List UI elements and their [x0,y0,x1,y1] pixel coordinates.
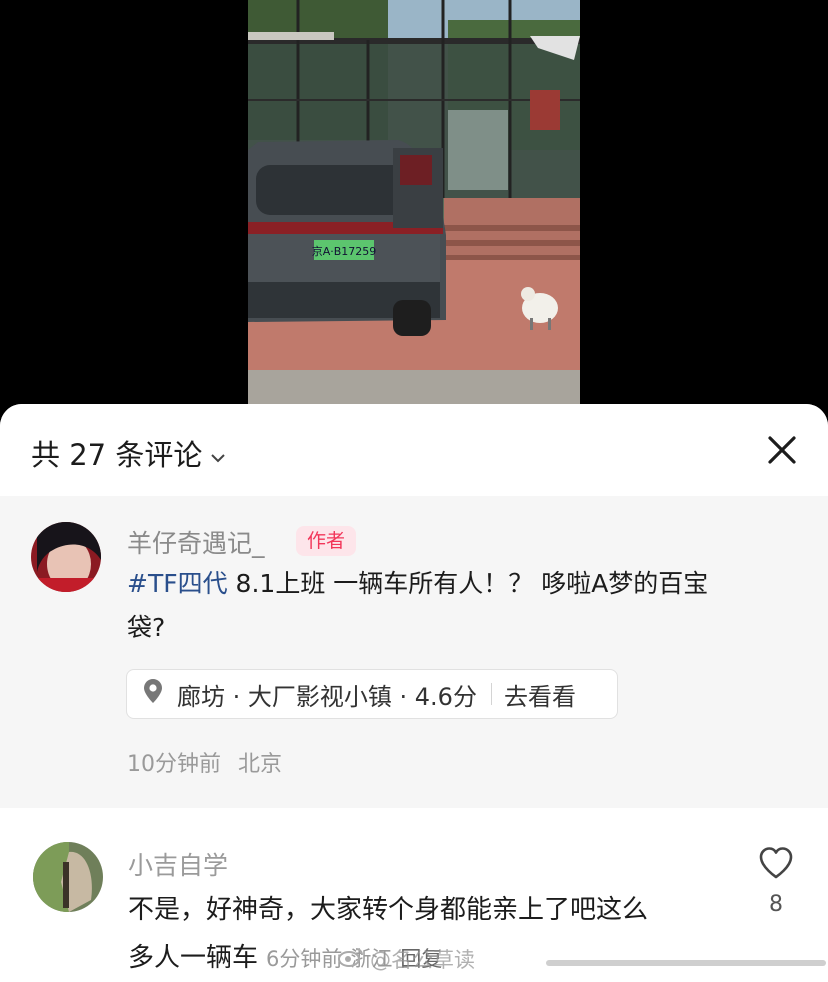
location-chip[interactable]: 廊坊 · 大厂影视小镇 · 4.6分 去看看 [126,669,618,719]
close-icon[interactable] [764,432,800,468]
hashtag-link[interactable]: #TF四代 [127,569,228,598]
author-comment[interactable]: 羊仔奇遇记_ 作者 #TF四代 8.1上班 一辆车所有人！？ 哆啦A梦的百宝 袋… [0,496,828,808]
watermark: @名公草读 [338,944,475,974]
location-divider [490,683,492,705]
comment-sheet-header: 共 27 条评论 [0,404,828,496]
avatar[interactable] [31,522,101,592]
author-comment-line-1-text: 8.1上班 一辆车所有人！？ 哆啦A梦的百宝 [227,569,709,598]
video-scene-image: 京A·B17259 [248,0,580,404]
location-go-button[interactable]: 去看看 [504,677,576,712]
comment-count-toggle[interactable]: 共 27 条评论 [31,432,226,474]
license-plate: 京A·B17259 [312,244,377,258]
author-comment-meta: 10分钟前 北京 [127,746,282,778]
watermark-text: @名公草读 [370,948,475,972]
home-indicator[interactable] [546,960,826,966]
author-badge: 作者 [296,526,357,556]
location-name: 廊坊 · 大厂影视小镇 · 4.6分 [177,682,477,711]
author-comment-time: 10分钟前 [127,752,221,777]
heart-icon[interactable] [758,846,794,880]
author-comment-line-1: #TF四代 8.1上班 一辆车所有人！？ 哆啦A梦的百宝 [127,562,807,606]
author-comment-region: 北京 [238,752,283,777]
weibo-logo-icon [338,947,364,972]
author-username[interactable]: 羊仔奇遇记_ [127,524,265,560]
comment-username[interactable]: 小吉自学 [128,846,228,882]
video-player[interactable]: 京A·B17259 [0,0,828,420]
like-count: 8 [769,892,783,917]
avatar[interactable] [33,842,103,912]
location-pin-icon [143,678,163,710]
chevron-down-icon [210,436,226,470]
comment-text-line-1: 不是，好神奇，大家转个身都能亲上了吧这么 [128,895,649,925]
comment-sheet: 共 27 条评论 羊仔奇遇记_ 作者 #TF四代 8.1上班 一辆车所有人！？ … [0,404,828,982]
author-comment-line-2: 袋? [127,613,166,642]
comment-time: 6分钟前 [266,947,343,971]
author-comment-text: #TF四代 8.1上班 一辆车所有人！？ 哆啦A梦的百宝 袋? [127,562,807,650]
video-frame[interactable]: 京A·B17259 [248,0,580,404]
comment-count-label: 共 27 条评论 [31,438,203,472]
comment-text-line-2-text: 多人一辆车 [128,943,259,973]
